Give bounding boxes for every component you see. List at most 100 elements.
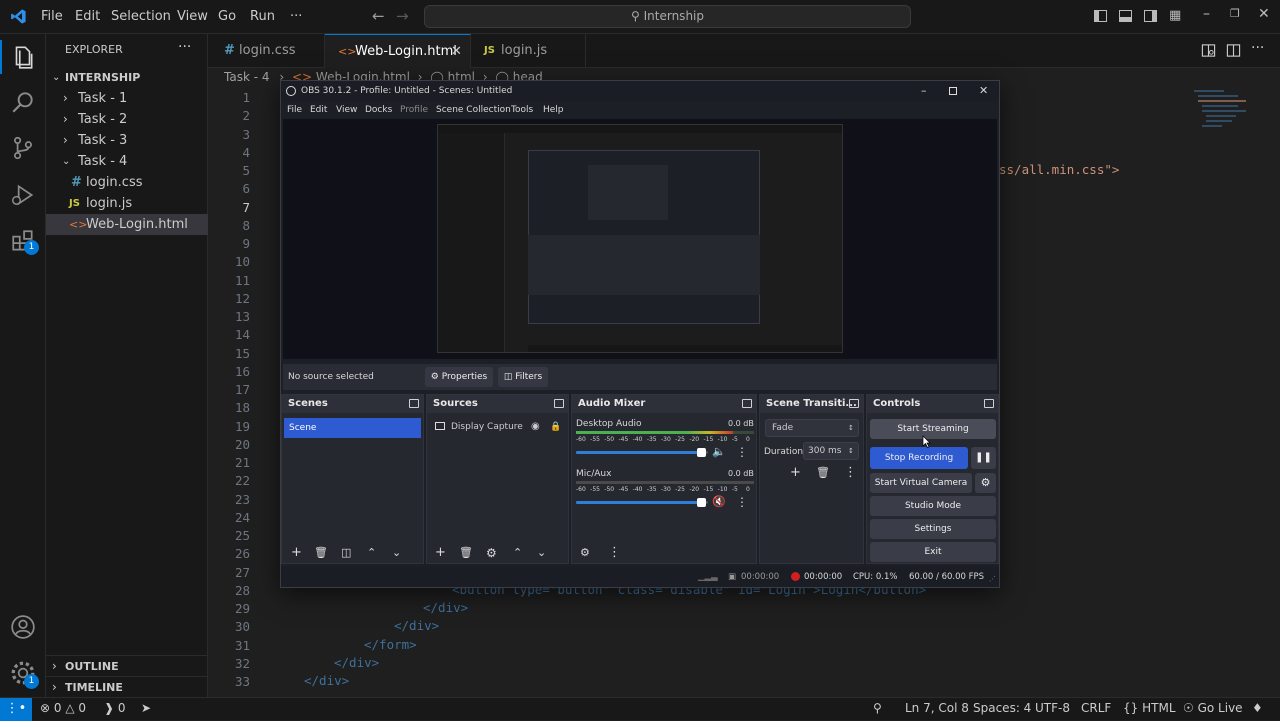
- desktop-audio-volume-knob[interactable]: [696, 448, 706, 457]
- duration-input[interactable]: 300 ms ↕: [803, 442, 859, 460]
- more-actions-icon[interactable]: ···: [1251, 40, 1264, 56]
- toggle-secondary-sidebar-icon[interactable]: [1144, 10, 1157, 22]
- pause-recording-icon[interactable]: ❚❚: [971, 447, 996, 469]
- minimize-icon[interactable]: –: [1203, 6, 1210, 22]
- obs-menu-view[interactable]: View: [336, 101, 357, 119]
- toggle-panel-icon[interactable]: [1119, 10, 1132, 22]
- scene-item-scene[interactable]: Scene: [284, 418, 421, 438]
- obs-maximize-icon[interactable]: [949, 87, 957, 95]
- add-transition-icon[interactable]: +: [790, 466, 801, 480]
- source-control-icon[interactable]: [10, 135, 36, 161]
- obs-menu-tools[interactable]: Tools: [511, 101, 533, 119]
- outline-section[interactable]: › OUTLINE: [46, 655, 208, 676]
- transition-select[interactable]: Fade ↕: [765, 419, 859, 437]
- toggle-sidebar-icon[interactable]: [1094, 10, 1107, 22]
- tree-file-login-css[interactable]: # login.css: [46, 172, 208, 193]
- mic-aux-menu-icon[interactable]: ⋮: [736, 495, 748, 509]
- minimap[interactable]: [1192, 88, 1252, 136]
- search-sidebar-icon[interactable]: [10, 89, 36, 115]
- explorer-files-icon[interactable]: [10, 44, 36, 70]
- menu-file[interactable]: File: [41, 9, 63, 24]
- tree-folder-task-3[interactable]: › Task - 3: [46, 130, 208, 151]
- command-center-search[interactable]: ⚲ Internship: [424, 5, 911, 28]
- menu-go[interactable]: Go: [218, 9, 236, 24]
- run-debug-icon[interactable]: [10, 182, 36, 208]
- language-mode[interactable]: {} HTML: [1123, 701, 1176, 715]
- exit-button[interactable]: Exit: [870, 542, 996, 562]
- forward-arrow-icon[interactable]: →: [396, 7, 409, 25]
- tab-web-login-html[interactable]: <> Web-Login.html ✕: [325, 34, 471, 68]
- tree-folder-task-1[interactable]: › Task - 1: [46, 88, 208, 109]
- encoding[interactable]: UTF-8: [1035, 701, 1070, 715]
- lock-icon[interactable]: 🔒: [550, 418, 561, 436]
- mic-aux-volume-slider[interactable]: [576, 498, 708, 507]
- mixer-menu-icon[interactable]: ⋮: [608, 546, 621, 560]
- problems-indicator[interactable]: ⊗ 0 △ 0: [40, 701, 86, 715]
- restore-icon[interactable]: ❐: [1230, 7, 1240, 20]
- remove-scene-icon[interactable]: 🗑: [314, 546, 328, 560]
- end-of-line[interactable]: CRLF: [1081, 701, 1111, 715]
- tree-file-web-login-html[interactable]: <> Web-Login.html: [46, 214, 208, 235]
- mic-aux-volume-knob[interactable]: [696, 498, 706, 507]
- obs-menu-profile[interactable]: Profile: [400, 101, 428, 119]
- obs-preview-canvas[interactable]: [283, 119, 997, 359]
- source-properties-gear-icon[interactable]: ⚙: [486, 546, 497, 560]
- obs-menu-scene-collection[interactable]: Scene Collection: [436, 101, 511, 119]
- transition-menu-icon[interactable]: ⋮: [844, 466, 857, 480]
- scene-filters-icon[interactable]: ◫: [341, 546, 351, 560]
- add-source-icon[interactable]: +: [435, 546, 446, 560]
- tree-folder-task-2[interactable]: › Task - 2: [46, 109, 208, 130]
- settings-button[interactable]: Settings: [870, 519, 996, 539]
- add-scene-icon[interactable]: +: [291, 546, 302, 560]
- move-up-icon[interactable]: ⌃: [513, 546, 522, 560]
- ports-indicator[interactable]: ❱ 0: [104, 701, 126, 715]
- dock-popout-icon[interactable]: [554, 399, 564, 408]
- properties-button[interactable]: ⚙ Properties: [425, 367, 493, 387]
- timeline-section[interactable]: › TIMELINE: [46, 676, 208, 697]
- live-share-icon[interactable]: ➤: [141, 701, 151, 715]
- move-down-icon[interactable]: ⌄: [392, 546, 401, 560]
- close-tab-icon[interactable]: ✕: [451, 35, 462, 68]
- eye-visibility-icon[interactable]: ◉: [531, 418, 540, 436]
- back-arrow-icon[interactable]: ←: [372, 7, 385, 25]
- muted-speaker-icon[interactable]: 🔇: [712, 495, 726, 508]
- obs-close-icon[interactable]: ✕: [979, 81, 988, 101]
- desktop-audio-menu-icon[interactable]: ⋮: [736, 445, 748, 459]
- remove-source-icon[interactable]: 🗑: [459, 546, 473, 560]
- virtual-camera-gear-icon[interactable]: ⚙: [975, 473, 996, 493]
- cursor-position[interactable]: Ln 7, Col 8: [905, 701, 969, 715]
- indentation[interactable]: Spaces: 4: [973, 701, 1031, 715]
- obs-minimize-icon[interactable]: –: [921, 81, 927, 101]
- stop-recording-button[interactable]: Stop Recording: [870, 447, 968, 469]
- tree-file-login-js[interactable]: JS login.js: [46, 193, 208, 214]
- obs-menu-help[interactable]: Help: [543, 101, 564, 119]
- start-virtual-camera-button[interactable]: Start Virtual Camera: [870, 473, 972, 493]
- obs-menu-docks[interactable]: Docks: [365, 101, 392, 119]
- menu-run[interactable]: Run: [250, 9, 275, 24]
- close-window-icon[interactable]: ✕: [1258, 6, 1270, 22]
- open-preview-icon[interactable]: [1201, 43, 1216, 58]
- resize-grip-icon[interactable]: ⋰: [989, 575, 996, 583]
- source-item-display-capture[interactable]: Display Capture ◉ 🔒: [429, 418, 566, 436]
- filters-button[interactable]: ◫ Filters: [498, 367, 548, 387]
- dock-popout-icon[interactable]: [742, 399, 752, 408]
- notifications-bell-icon[interactable]: ♦: [1252, 701, 1263, 715]
- desktop-audio-volume-slider[interactable]: [576, 448, 708, 457]
- account-icon[interactable]: [10, 614, 36, 640]
- speaker-icon[interactable]: 🔈: [712, 445, 726, 458]
- remove-transition-icon[interactable]: 🗑: [816, 466, 830, 480]
- tab-login-css[interactable]: # login.css: [208, 34, 325, 68]
- start-streaming-button[interactable]: Start Streaming: [870, 419, 996, 439]
- workspace-root[interactable]: ⌄ INTERNSHIP: [46, 67, 208, 88]
- obs-menu-edit[interactable]: Edit: [310, 101, 327, 119]
- menu-selection[interactable]: Selection: [111, 9, 171, 24]
- explorer-more-icon[interactable]: ···: [178, 39, 191, 55]
- tree-folder-task-4[interactable]: ⌄ Task - 4: [46, 151, 208, 172]
- dock-popout-icon[interactable]: [409, 399, 419, 408]
- layout-icon[interactable]: ▦: [1169, 8, 1181, 23]
- remote-window-icon[interactable]: ⋮•: [0, 698, 32, 721]
- zoom-icon[interactable]: ⚲: [873, 701, 882, 715]
- go-live-button[interactable]: ☉ Go Live: [1183, 701, 1243, 715]
- menu-view[interactable]: View: [177, 9, 208, 24]
- move-up-icon[interactable]: ⌃: [367, 546, 376, 560]
